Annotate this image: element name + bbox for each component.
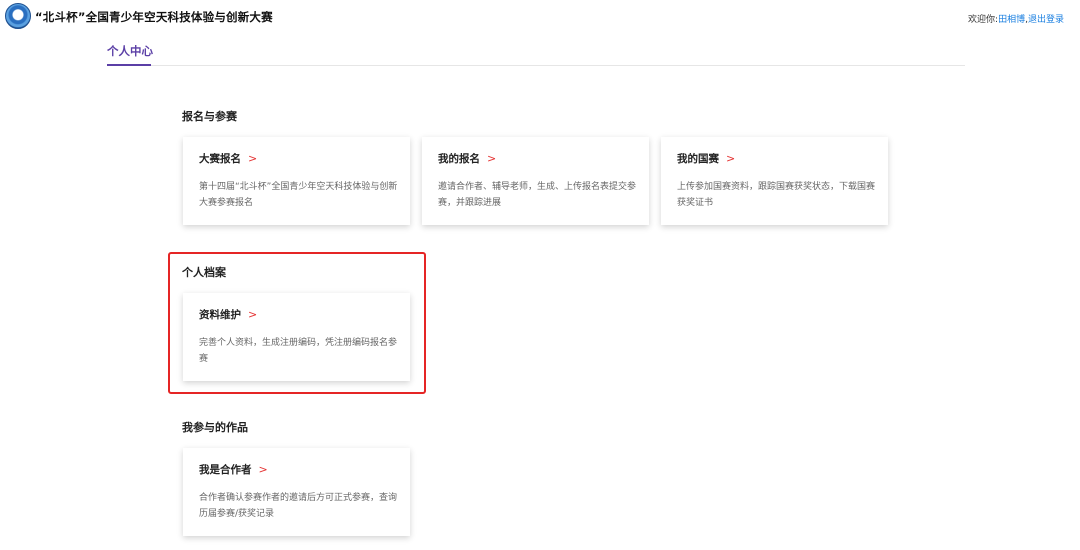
site-title: “北斗杯”全国青少年空天科技体验与创新大赛	[35, 10, 273, 24]
chevron-right-icon: >	[248, 308, 258, 321]
user-area: 欢迎你:田相博,退出登录	[968, 12, 1064, 25]
section-title-personal-profile: 个人档案	[182, 266, 226, 279]
card-description: 第十四届“北斗杯”全国青少年空天科技体验与创新大赛参赛报名	[199, 182, 398, 208]
chevron-right-icon: >	[258, 463, 268, 476]
active-tab-indicator	[107, 64, 151, 66]
chevron-right-icon: >	[248, 152, 258, 165]
card-profile-maintenance[interactable]: 资料维护 > 完善个人资料，生成注册编码，凭注册编码报名参赛	[183, 293, 410, 381]
tab-personal-center[interactable]: 个人中心	[107, 43, 153, 66]
card-title-text: 我的国赛	[677, 153, 719, 165]
card-title-text: 资料维护	[199, 309, 241, 321]
card-title-text: 我的报名	[438, 153, 480, 165]
card-title-text: 大赛报名	[199, 153, 241, 165]
card-description: 完善个人资料，生成注册编码，凭注册编码报名参赛	[199, 338, 398, 364]
card-title: 我是合作者 >	[199, 462, 268, 477]
tab-bar: 个人中心	[107, 43, 965, 66]
competition-logo-icon	[5, 3, 31, 29]
welcome-text: 欢迎你:	[968, 15, 999, 25]
section-title-registration: 报名与参赛	[182, 110, 237, 123]
card-title: 我的国赛 >	[677, 151, 735, 166]
chevron-right-icon: >	[487, 152, 497, 165]
card-title: 大赛报名 >	[199, 151, 257, 166]
card-my-registration[interactable]: 我的报名 > 邀请合作者、辅导老师，生成、上传报名表提交参赛，并跟踪进展	[422, 137, 649, 225]
logout-link[interactable]: 退出登录	[1028, 15, 1064, 25]
top-header: “北斗杯”全国青少年空天科技体验与创新大赛 欢迎你:田相博,退出登录	[0, 0, 1080, 34]
card-my-national-competition[interactable]: 我的国赛 > 上传参加国赛资料，跟踪国赛获奖状态，下载国赛获奖证书	[661, 137, 888, 225]
card-title: 我的报名 >	[438, 151, 496, 166]
card-description: 邀请合作者、辅导老师，生成、上传报名表提交参赛，并跟踪进展	[438, 182, 637, 208]
card-description: 合作者确认参赛作者的邀请后方可正式参赛，查询历届参赛/获奖记录	[199, 493, 398, 519]
card-competition-registration[interactable]: 大赛报名 > 第十四届“北斗杯”全国青少年空天科技体验与创新大赛参赛报名	[183, 137, 410, 225]
chevron-right-icon: >	[726, 152, 736, 165]
card-title: 资料维护 >	[199, 307, 257, 322]
section-title-my-works: 我参与的作品	[182, 421, 248, 434]
user-name-link[interactable]: 田相博	[998, 15, 1025, 25]
card-title-text: 我是合作者	[199, 464, 252, 476]
card-description: 上传参加国赛资料，跟踪国赛获奖状态，下载国赛获奖证书	[677, 182, 876, 208]
card-collaborator[interactable]: 我是合作者 > 合作者确认参赛作者的邀请后方可正式参赛，查询历届参赛/获奖记录	[183, 448, 410, 536]
